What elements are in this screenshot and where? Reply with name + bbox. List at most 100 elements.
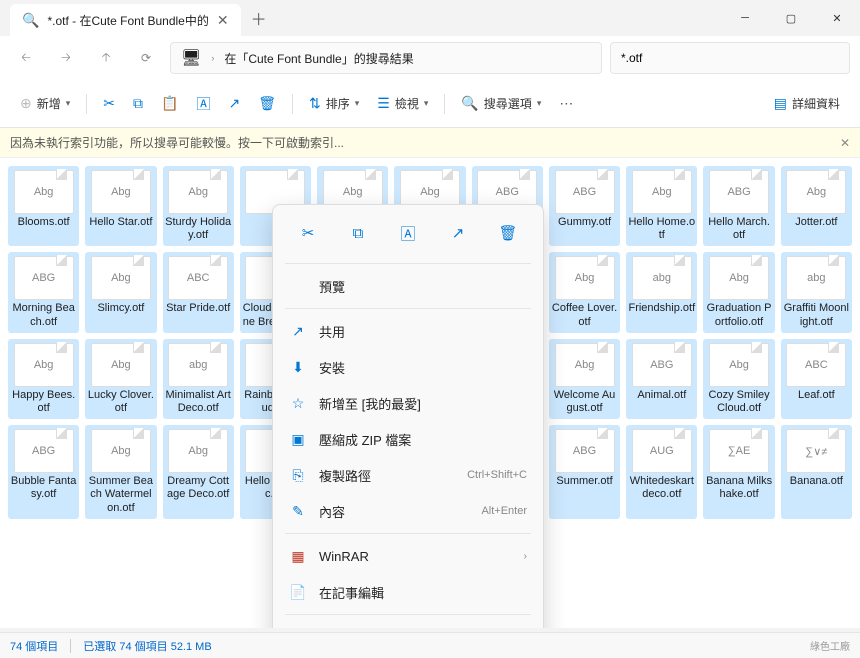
- font-thumb: ABG: [14, 256, 74, 300]
- maximize-button[interactable]: ▢: [768, 2, 814, 34]
- file-label: Minimalist Art Deco.otf: [165, 389, 232, 415]
- font-thumb: Abg: [168, 170, 228, 214]
- cut-button[interactable]: ✂: [97, 88, 121, 120]
- font-thumb: ∑∨≠: [786, 429, 846, 473]
- ctx-copy-icon[interactable]: ⧉: [342, 217, 374, 249]
- file-item[interactable]: abgGraffiti Moonlight.otf: [781, 252, 852, 332]
- titlebar: 🔍 *.otf - 在Cute Font Bundle中的 ✕ ＋ ─ ▢ ✕: [0, 0, 860, 36]
- font-thumb: Abg: [709, 256, 769, 300]
- file-item[interactable]: ABGSummer.otf: [549, 425, 620, 519]
- sort-button[interactable]: ⇅ 排序 ▾: [303, 88, 365, 120]
- font-thumb: abg: [786, 256, 846, 300]
- file-label: Friendship.otf: [628, 302, 695, 315]
- file-label: Slimcy.otf: [97, 302, 144, 315]
- delete-button[interactable]: 🗑: [252, 88, 282, 120]
- file-item[interactable]: AbgHello Home.otf: [626, 166, 697, 246]
- ctx-properties[interactable]: ✎內容Alt+Enter: [279, 493, 537, 529]
- close-button[interactable]: ✕: [814, 2, 860, 34]
- forward-button[interactable]: 🡢: [50, 42, 82, 74]
- ctx-install[interactable]: ⬇安裝: [279, 349, 537, 385]
- rename-button[interactable]: 🄰: [190, 88, 216, 120]
- file-item[interactable]: AbgHello Star.otf: [85, 166, 156, 246]
- file-item[interactable]: AbgLucky Clover.otf: [85, 339, 156, 419]
- font-thumb: Abg: [786, 170, 846, 214]
- ctx-preview[interactable]: 預覽: [279, 268, 537, 304]
- font-thumb: Abg: [632, 170, 692, 214]
- breadcrumb[interactable]: 🖥 › 在「Cute Font Bundle」的搜尋結果: [170, 42, 602, 74]
- search-box[interactable]: [610, 42, 850, 74]
- new-button[interactable]: ⊕ 新增 ▾: [14, 88, 76, 120]
- file-item[interactable]: ABCStar Pride.otf: [163, 252, 234, 332]
- file-item[interactable]: ABGBubble Fantasy.otf: [8, 425, 79, 519]
- file-label: Cozy Smiley Cloud.otf: [705, 389, 772, 415]
- file-item[interactable]: ABGMorning Beach.otf: [8, 252, 79, 332]
- ctx-share[interactable]: ↗共用: [279, 313, 537, 349]
- ctx-show-more[interactable]: ⊞顯示其儀項: [279, 619, 537, 628]
- file-item[interactable]: ABGHello March.otf: [703, 166, 774, 246]
- file-item[interactable]: AUGWhitedeskartdeco.otf: [626, 425, 697, 519]
- view-button[interactable]: ☰ 檢視 ▾: [371, 88, 434, 120]
- up-button[interactable]: 🡡: [90, 42, 122, 74]
- font-thumb: ABG: [632, 343, 692, 387]
- font-thumb: Abg: [91, 343, 151, 387]
- file-item[interactable]: ∑AEBanana Milkshake.otf: [703, 425, 774, 519]
- tab-close-icon[interactable]: ✕: [217, 12, 229, 29]
- file-item[interactable]: AbgSummer Beach Watermelon.otf: [85, 425, 156, 519]
- file-item[interactable]: AbgCozy Smiley Cloud.otf: [703, 339, 774, 419]
- new-tab-button[interactable]: ＋: [251, 6, 267, 30]
- search-options-button[interactable]: 🔍 搜尋選項 ▾: [455, 88, 547, 120]
- back-button[interactable]: 🡠: [10, 42, 42, 74]
- file-item[interactable]: AbgHappy Bees.otf: [8, 339, 79, 419]
- ctx-add-favorite[interactable]: ☆新增至 [我的最愛]: [279, 385, 537, 421]
- file-item[interactable]: ∑∨≠Banana.otf: [781, 425, 852, 519]
- file-item[interactable]: AbgWelcome August.otf: [549, 339, 620, 419]
- breadcrumb-text: 在「Cute Font Bundle」的搜尋結果: [224, 50, 413, 67]
- file-label: Happy Bees.otf: [10, 389, 77, 415]
- status-count: 74 個項目: [10, 638, 58, 654]
- ctx-copy-path[interactable]: ⎘複製路徑Ctrl+Shift+C: [279, 457, 537, 493]
- font-thumb: ABC: [786, 343, 846, 387]
- paste-button[interactable]: 📋: [155, 88, 184, 120]
- file-item[interactable]: AbgSlimcy.otf: [85, 252, 156, 332]
- font-thumb: Abg: [555, 256, 615, 300]
- ctx-winrar[interactable]: ▦WinRAR›: [279, 538, 537, 574]
- font-thumb: Abg: [555, 343, 615, 387]
- window-tab[interactable]: 🔍 *.otf - 在Cute Font Bundle中的 ✕: [10, 4, 241, 36]
- file-label: Jotter.otf: [795, 216, 837, 229]
- file-label: Summer Beach Watermelon.otf: [87, 475, 154, 515]
- ctx-zip[interactable]: ▣壓縮成 ZIP 檔案: [279, 421, 537, 457]
- file-item[interactable]: ABGAnimal.otf: [626, 339, 697, 419]
- details-pane-button[interactable]: ▤ 詳細資料: [768, 88, 846, 120]
- file-item[interactable]: ABGGummy.otf: [549, 166, 620, 246]
- ctx-delete-icon[interactable]: 🗑: [492, 217, 524, 249]
- file-item[interactable]: ABCLeaf.otf: [781, 339, 852, 419]
- file-label: Coffee Lover.otf: [551, 302, 618, 328]
- more-button[interactable]: ⋯: [553, 88, 579, 120]
- ctx-notepad[interactable]: 📄在記事編輯: [279, 574, 537, 610]
- font-thumb: Abg: [14, 170, 74, 214]
- file-label: Hello Star.otf: [89, 216, 152, 229]
- file-item[interactable]: AbgSturdy Holiday.otf: [163, 166, 234, 246]
- file-item[interactable]: AbgCoffee Lover.otf: [549, 252, 620, 332]
- ctx-share-icon[interactable]: ↗: [442, 217, 474, 249]
- file-item[interactable]: AbgBlooms.otf: [8, 166, 79, 246]
- share-button[interactable]: ↗: [222, 88, 246, 120]
- tab-title: *.otf - 在Cute Font Bundle中的: [47, 12, 208, 29]
- font-thumb: abg: [632, 256, 692, 300]
- file-item[interactable]: abgMinimalist Art Deco.otf: [163, 339, 234, 419]
- file-item[interactable]: AbgDreamy Cottage Deco.otf: [163, 425, 234, 519]
- ctx-rename-icon[interactable]: 🄰: [392, 217, 424, 249]
- info-bar[interactable]: 因為未執行索引功能，所以搜尋可能較慢。按一下可啟動索引... ✕: [0, 128, 860, 158]
- infobar-close-icon[interactable]: ✕: [840, 136, 850, 150]
- file-item[interactable]: AbgGraduation Portfolio.otf: [703, 252, 774, 332]
- file-item[interactable]: abg Friendship.otf: [626, 252, 697, 332]
- search-input[interactable]: [621, 51, 839, 65]
- font-thumb: ABG: [555, 429, 615, 473]
- font-thumb: Abg: [709, 343, 769, 387]
- copy-button[interactable]: ⧉: [127, 88, 149, 120]
- ctx-cut-icon[interactable]: ✂: [292, 217, 324, 249]
- file-label: Gummy.otf: [558, 216, 611, 229]
- minimize-button[interactable]: ─: [722, 2, 768, 34]
- refresh-button[interactable]: ⟳: [130, 42, 162, 74]
- file-item[interactable]: Abg Jotter.otf: [781, 166, 852, 246]
